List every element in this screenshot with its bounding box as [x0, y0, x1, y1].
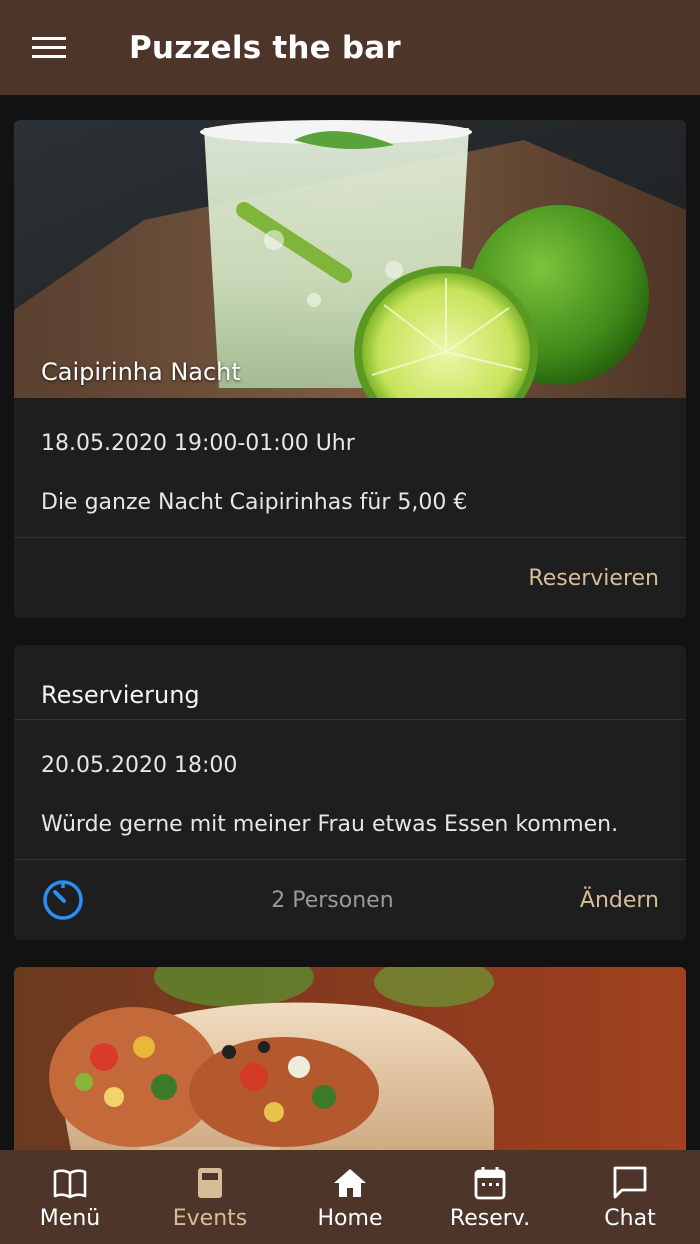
menu-button[interactable] — [0, 0, 100, 95]
event-details: 18.05.2020 19:00-01:00 Uhr Die ganze Nac… — [14, 398, 686, 537]
app-bar: Puzzels the bar — [0, 0, 700, 95]
nav-label: Menü — [39, 1205, 101, 1231]
event-icon — [198, 1167, 222, 1198]
event-image: Caipirinha Nacht — [14, 120, 686, 398]
event-date: 18.05.2020 19:00-01:00 Uhr — [41, 431, 355, 456]
home-icon — [334, 1168, 366, 1197]
nav-label: Events — [172, 1205, 248, 1231]
hamburger-icon — [32, 36, 66, 58]
change-button[interactable]: Ändern — [580, 888, 659, 913]
reservation-note: Würde gerne mit meiner Frau etwas Essen … — [41, 811, 619, 837]
caipirinha-photo — [14, 120, 686, 398]
reservation-actions: 2 Personen Ändern — [14, 860, 686, 940]
events-list[interactable]: Caipirinha Nacht 18.05.2020 19:00-01:00 … — [14, 120, 686, 1150]
nav-item-chat[interactable]: Chat — [560, 1150, 700, 1244]
nav-item-events[interactable]: Events — [140, 1147, 280, 1244]
book-icon — [53, 1168, 87, 1198]
page-title: Puzzels the bar — [129, 29, 401, 66]
persons-count: 2 Personen — [271, 887, 394, 913]
event-title: Caipirinha Nacht — [41, 358, 241, 386]
active-tab-indicator — [140, 1147, 280, 1150]
nav-item-reservations[interactable]: Reserv. — [420, 1150, 560, 1244]
reserve-button[interactable]: Reservieren — [528, 566, 659, 591]
chat-icon — [613, 1166, 647, 1198]
event-image — [14, 967, 686, 1150]
reservation-heading: Reservierung — [41, 681, 200, 710]
event-actions: Reservieren — [14, 538, 686, 618]
nav-label: Chat — [604, 1205, 656, 1231]
nav-label: Reserv. — [449, 1205, 531, 1231]
reservation-date: 20.05.2020 18:00 — [41, 753, 238, 779]
reservation-details: 20.05.2020 18:00 Würde gerne mit meiner … — [14, 720, 686, 859]
bottom-navigation: Menü Events Home Reserv. Chat — [0, 1147, 700, 1244]
event-card — [14, 967, 686, 1150]
event-card: Caipirinha Nacht 18.05.2020 19:00-01:00 … — [14, 120, 686, 619]
reservation-card: Reservierung 20.05.2020 18:00 Würde gern… — [14, 645, 686, 941]
nav-label: Home — [317, 1205, 383, 1231]
timer-icon — [43, 880, 83, 921]
calendar-icon — [474, 1166, 506, 1199]
event-description: Die ganze Nacht Caipirinhas für 5,00 € — [41, 489, 468, 515]
burrito-photo — [14, 967, 686, 1150]
nav-item-home[interactable]: Home — [280, 1150, 420, 1244]
nav-item-menu[interactable]: Menü — [0, 1150, 140, 1244]
